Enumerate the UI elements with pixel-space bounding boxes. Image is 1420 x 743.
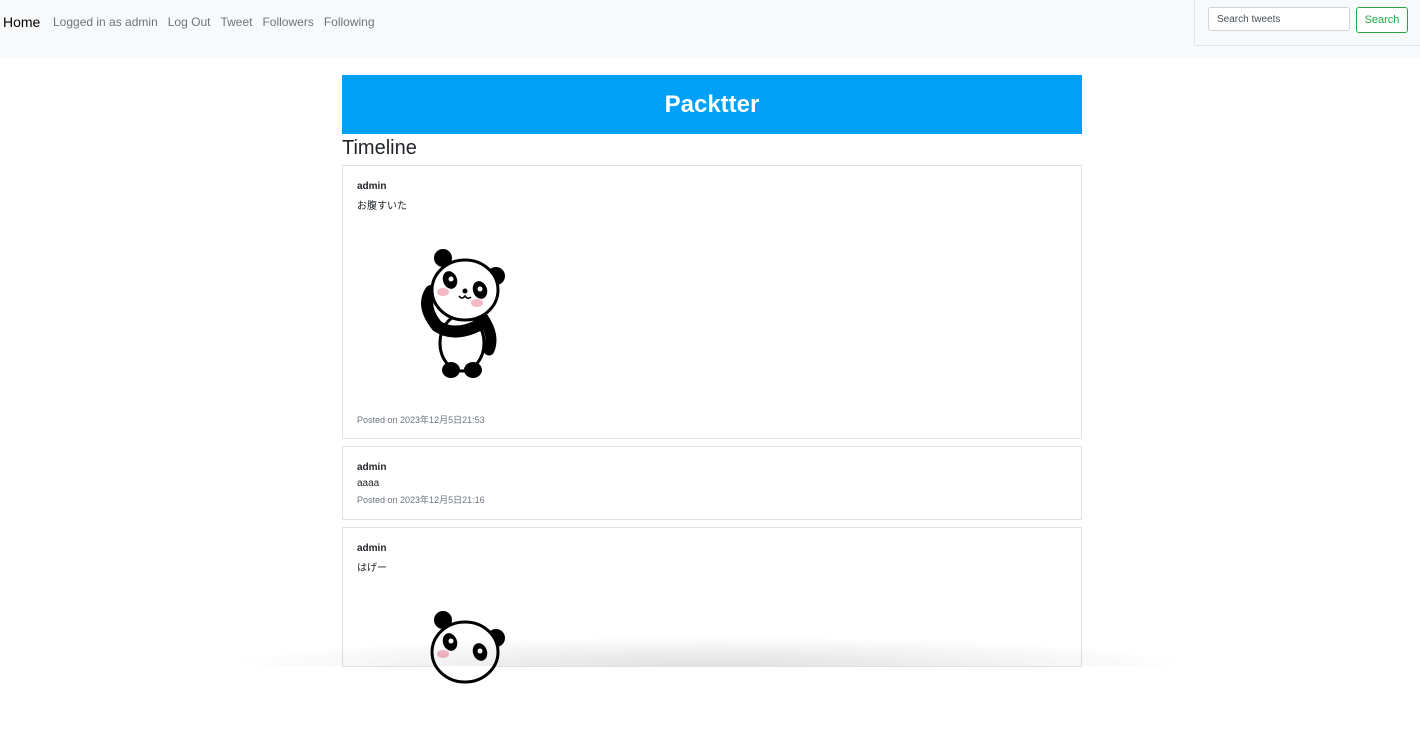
panda-waving-icon: [421, 249, 505, 378]
search-input[interactable]: [1208, 7, 1350, 31]
tweet-text: お腹すいた: [357, 201, 407, 212]
site-title: Packtter: [664, 90, 760, 118]
nav-logout-link[interactable]: Log Out: [168, 15, 211, 31]
tweet-date: Posted on 2023年12月5日21:16: [357, 495, 485, 505]
timeline-heading: Timeline: [342, 137, 417, 159]
nav-home-link[interactable]: Home: [3, 13, 40, 31]
nav-links: Logged in as admin Log Out Tweet Followe…: [53, 15, 375, 31]
site-banner: Packtter: [342, 75, 1082, 134]
bottom-shadow: [220, 636, 1200, 666]
tweet-date: Posted on 2023年12月5日21:53: [357, 415, 485, 425]
tweet-author[interactable]: admin: [357, 543, 386, 554]
search-form: Search: [1194, 0, 1420, 46]
navbar: Home Logged in as admin Log Out Tweet Fo…: [0, 0, 1420, 58]
tweet-author[interactable]: admin: [357, 181, 386, 192]
tweet-text: はげー: [357, 563, 387, 574]
panda-waving-icon: [430, 611, 505, 684]
search-button[interactable]: Search: [1356, 7, 1408, 33]
tweet-author[interactable]: admin: [357, 462, 386, 473]
nav-following-link[interactable]: Following: [324, 15, 375, 31]
nav-logged-in-status: Logged in as admin: [53, 15, 158, 29]
nav-tweet-link[interactable]: Tweet: [220, 15, 252, 31]
tweet-card: admin aaaa Posted on 2023年12月5日21:16: [342, 446, 1082, 520]
nav-followers-link[interactable]: Followers: [262, 15, 313, 31]
tweet-text: aaaa: [357, 478, 380, 489]
tweet-card: admin お腹すいた Posted on 2023年12月5日21:53: [342, 165, 1082, 439]
